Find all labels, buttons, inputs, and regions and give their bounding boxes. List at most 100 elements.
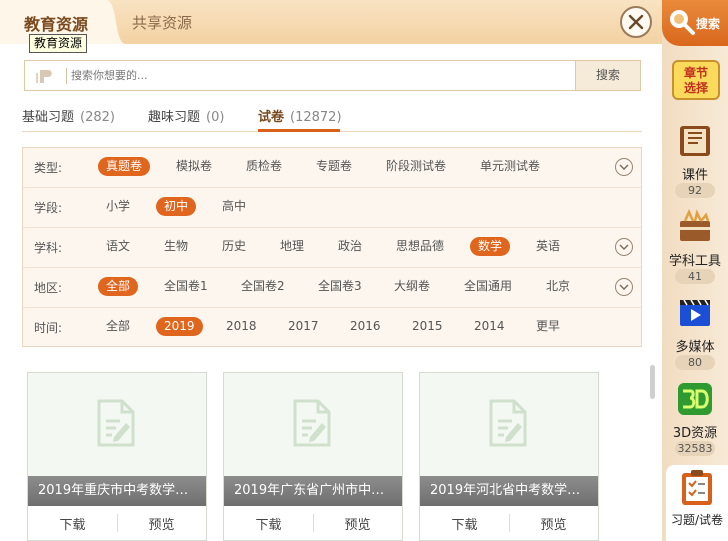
toolbox-icon <box>680 209 710 241</box>
preview-button[interactable]: 预览 <box>117 514 206 533</box>
tab-count: (12872) <box>290 110 342 125</box>
tab-education-resources-label: 教育资源 <box>24 15 89 34</box>
sidebar-item-multimedia[interactable]: 多媒体 80 <box>662 295 728 381</box>
tab-shared-resources[interactable]: 共享资源 <box>132 12 192 33</box>
tab-label: 试卷 <box>258 110 285 125</box>
filter-option[interactable]: 阶段测试卷 <box>386 157 446 176</box>
expand-button[interactable] <box>615 238 633 256</box>
filter-option[interactable]: 质检卷 <box>246 157 282 176</box>
filter-option[interactable]: 更早 <box>536 317 560 336</box>
filter-option[interactable]: 高中 <box>222 197 246 216</box>
tab-bar: 教育资源 共享资源 <box>0 0 662 44</box>
download-button[interactable]: 下载 <box>420 514 509 533</box>
filter-option[interactable]: 单元测试卷 <box>480 157 540 176</box>
sidebar-item-subject-tools[interactable]: 学科工具 41 <box>662 209 728 295</box>
filter-option[interactable]: 2018 <box>226 317 257 336</box>
paper-card[interactable]: 2019年重庆市中考数学试卷 下载 预览 <box>27 372 207 541</box>
chapter-select-button[interactable]: 章节 选择 <box>672 60 720 100</box>
filter-option[interactable]: 北京 <box>546 277 570 296</box>
filter-option[interactable]: 模拟卷 <box>176 157 212 176</box>
expand-button[interactable] <box>615 278 633 296</box>
search-icon <box>670 10 695 35</box>
active-tab-indicator <box>258 129 340 132</box>
document-icon <box>489 399 527 447</box>
filter-option[interactable]: 2014 <box>474 317 505 336</box>
sidebar-item-label: 习题/试卷 <box>670 513 724 527</box>
filter-option[interactable]: 思想品德 <box>396 237 444 256</box>
filter-label: 时间: <box>34 321 63 335</box>
filter-row-region: 地区: 全部 全国卷1 全国卷2 全国卷3 大纲卷 全国通用 北京 <box>23 268 641 308</box>
filter-option[interactable]: 2017 <box>288 317 319 336</box>
chevron-down-icon <box>619 164 629 170</box>
video-icon <box>680 299 710 326</box>
download-button[interactable]: 下载 <box>224 514 313 533</box>
tooltip: 教育资源 <box>29 34 88 53</box>
tab-label: 基础习题 <box>22 110 75 125</box>
filter-option[interactable]: 真题卷 <box>98 157 151 176</box>
filter-row-year: 时间: 全部 2019 2018 2017 2016 2015 2014 更早 <box>23 308 641 348</box>
sidebar-item-3d-resources[interactable]: 3D资源 32583 <box>662 381 728 467</box>
chapter-label: 选择 <box>683 81 708 95</box>
filter-row-stage: 学段: 小学 初中 高中 <box>23 188 641 228</box>
download-button[interactable]: 下载 <box>28 514 117 533</box>
sidebar-search-button[interactable]: 搜索 <box>662 0 728 46</box>
search-input[interactable] <box>71 63 571 88</box>
sidebar-item-label: 课件 <box>681 168 708 183</box>
sidebar-item-count: 80 <box>675 355 715 370</box>
preview-button[interactable]: 预览 <box>313 514 402 533</box>
filter-option[interactable]: 地理 <box>280 237 304 256</box>
filter-option[interactable]: 全部 <box>106 317 130 336</box>
sidebar-item-courseware[interactable]: 课件 92 <box>662 123 728 209</box>
filter-option[interactable]: 历史 <box>222 237 246 256</box>
filter-option[interactable]: 英语 <box>536 237 560 256</box>
sidebar-item-exercises-papers[interactable]: 习题/试卷 <box>666 465 728 541</box>
sidebar-item-label: 3D资源 <box>672 426 718 441</box>
sidebar-item-label: 学科工具 <box>668 254 721 269</box>
filter-option[interactable]: 全国通用 <box>464 277 512 296</box>
scrollbar-thumb[interactable] <box>650 365 655 399</box>
filter-option[interactable]: 全国卷3 <box>318 277 362 296</box>
filter-option[interactable]: 初中 <box>156 197 197 216</box>
filter-option[interactable]: 政治 <box>338 237 362 256</box>
sidebar-search-label: 搜索 <box>696 17 721 31</box>
sidebar-item-count: 41 <box>675 269 715 284</box>
sidebar-item-label: 多媒体 <box>675 340 715 355</box>
paper-card[interactable]: 2019年河北省中考数学试卷 下载 预览 <box>419 372 599 541</box>
tab-test-papers[interactable]: 试卷 (12872) <box>258 106 342 125</box>
filter-option[interactable]: 数学 <box>470 237 511 256</box>
sidebar-item-count: 32583 <box>675 441 715 456</box>
preview-button[interactable]: 预览 <box>509 514 598 533</box>
search-button[interactable]: 搜索 <box>575 61 640 90</box>
expand-button[interactable] <box>615 158 633 176</box>
document-icon <box>97 399 135 447</box>
tab-label: 趣味习题 <box>148 110 201 125</box>
search-separator <box>66 68 67 84</box>
chevron-down-icon <box>619 284 629 290</box>
filter-row-subject: 学科: 语文 生物 历史 地理 政治 思想品德 数学 英语 <box>23 228 641 268</box>
book-icon <box>680 126 710 156</box>
filter-option[interactable]: 全国卷1 <box>164 277 208 296</box>
paper-card[interactable]: 2019年广东省广州市中考数学试卷 下载 预览 <box>223 372 403 541</box>
paper-grid: 2019年重庆市中考数学试卷 下载 预览 2019年广东省广州市中考数学试卷 下… <box>22 360 642 541</box>
filter-option[interactable]: 全部 <box>98 277 139 296</box>
paper-title: 2019年河北省中考数学试卷 <box>420 476 598 506</box>
filter-option[interactable]: 全国卷2 <box>241 277 285 296</box>
search-bar: 搜索 <box>24 60 641 91</box>
card-actions: 下载 预览 <box>224 506 402 540</box>
filter-option[interactable]: 大纲卷 <box>394 277 430 296</box>
filter-option[interactable]: 专题卷 <box>316 157 352 176</box>
filter-label: 地区: <box>34 281 63 295</box>
app-logo-icon <box>36 70 52 83</box>
filter-label: 学段: <box>34 201 63 215</box>
tab-basic-exercises[interactable]: 基础习题 (282) <box>22 106 115 125</box>
filter-option[interactable]: 2019 <box>156 317 203 336</box>
filter-option[interactable]: 生物 <box>164 237 188 256</box>
close-button[interactable] <box>620 6 652 38</box>
filter-option[interactable]: 2015 <box>412 317 443 336</box>
filter-option[interactable]: 2016 <box>350 317 381 336</box>
paper-title: 2019年广东省广州市中考数学试卷 <box>224 476 402 506</box>
filter-option[interactable]: 语文 <box>106 237 130 256</box>
filter-option[interactable]: 小学 <box>106 197 130 216</box>
paper-title: 2019年重庆市中考数学试卷 <box>28 476 206 506</box>
tab-fun-exercises[interactable]: 趣味习题 (0) <box>148 106 224 125</box>
